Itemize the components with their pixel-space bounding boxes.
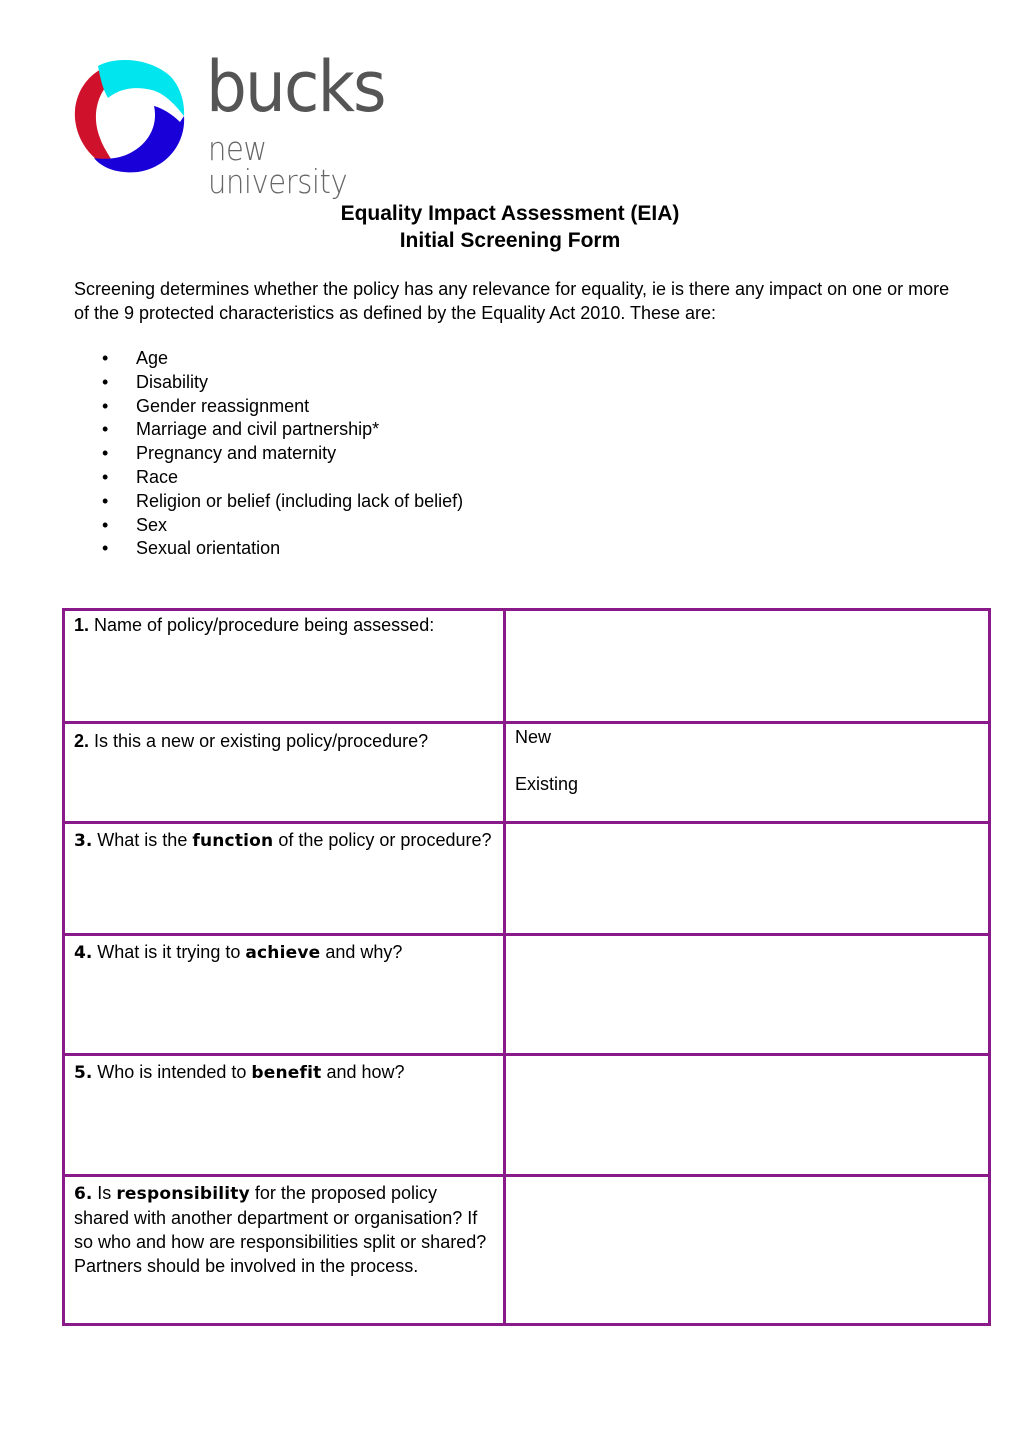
- achieve-answer-field[interactable]: [503, 933, 991, 1056]
- bullet-icon: •: [102, 490, 109, 511]
- page-title: Equality Impact Assessment (EIA): [340, 202, 680, 225]
- list-item: • Sex: [74, 514, 463, 538]
- policy-name-answer-field[interactable]: [503, 608, 991, 724]
- bullet-icon: •: [102, 538, 109, 559]
- page-subtitle: Initial Screening Form: [399, 229, 621, 252]
- logo-wordmark: bucks: [206, 46, 387, 128]
- question-cell: 3. What is the function of the policy or…: [62, 821, 506, 936]
- logo-swirl-icon: [74, 60, 185, 173]
- table-row: 3. What is the function of the policy or…: [62, 821, 991, 936]
- list-item: • Marriage and civil partnership*: [74, 418, 463, 442]
- list-item: • Age: [74, 347, 463, 371]
- list-item: • Pregnancy and maternity: [74, 442, 463, 466]
- screening-form-table: 1. Name of policy/procedure being assess…: [62, 608, 991, 1326]
- bullet-icon: •: [102, 419, 109, 440]
- table-row: 4. What is it trying to achieve and why?: [62, 933, 991, 1056]
- question-cell: 2. Is this a new or existing policy/proc…: [62, 721, 506, 824]
- question-cell: 1. Name of policy/procedure being assess…: [62, 608, 506, 724]
- bullet-icon: •: [102, 371, 109, 392]
- bullet-icon: •: [102, 514, 109, 535]
- intro-paragraph: Screening determines whether the policy …: [74, 279, 950, 323]
- list-item: • Gender reassignment: [74, 395, 463, 419]
- bullet-icon: •: [102, 348, 109, 368]
- responsibility-answer-field[interactable]: [503, 1174, 991, 1326]
- function-answer-field[interactable]: [503, 821, 991, 936]
- question-cell: 6. Is responsibility for the proposed po…: [62, 1174, 506, 1326]
- question-cell: 4. What is it trying to achieve and why?: [62, 933, 506, 1056]
- list-item: • Religion or belief (including lack of b…: [74, 490, 463, 514]
- table-row: 5. Who is intended to benefit and how?: [62, 1053, 991, 1177]
- list-item: • Sexual orientation: [74, 537, 463, 561]
- list-item: • Race: [74, 466, 463, 490]
- benefit-answer-field[interactable]: [503, 1053, 991, 1177]
- new-or-existing-answer-field[interactable]: New Existing: [503, 721, 991, 824]
- protected-characteristics-list: • Age • Disability • Gender reassignment • M…: [74, 347, 463, 561]
- table-row: 6. Is responsibility for the proposed po…: [62, 1174, 991, 1326]
- table-row: 2. Is this a new or existing policy/proc…: [62, 721, 991, 824]
- logo-subtitle: new university: [208, 129, 348, 201]
- bullet-icon: •: [102, 395, 109, 416]
- bucks-new-university-logo: bucks new university: [72, 52, 422, 198]
- bullet-icon: •: [102, 466, 109, 487]
- option-new[interactable]: New: [515, 725, 978, 749]
- bullet-icon: •: [102, 443, 109, 464]
- table-row: 1. Name of policy/procedure being assess…: [62, 608, 991, 724]
- question-cell: 5. Who is intended to benefit and how?: [62, 1053, 506, 1177]
- list-item: • Disability: [74, 371, 463, 395]
- option-existing[interactable]: Existing: [515, 772, 978, 796]
